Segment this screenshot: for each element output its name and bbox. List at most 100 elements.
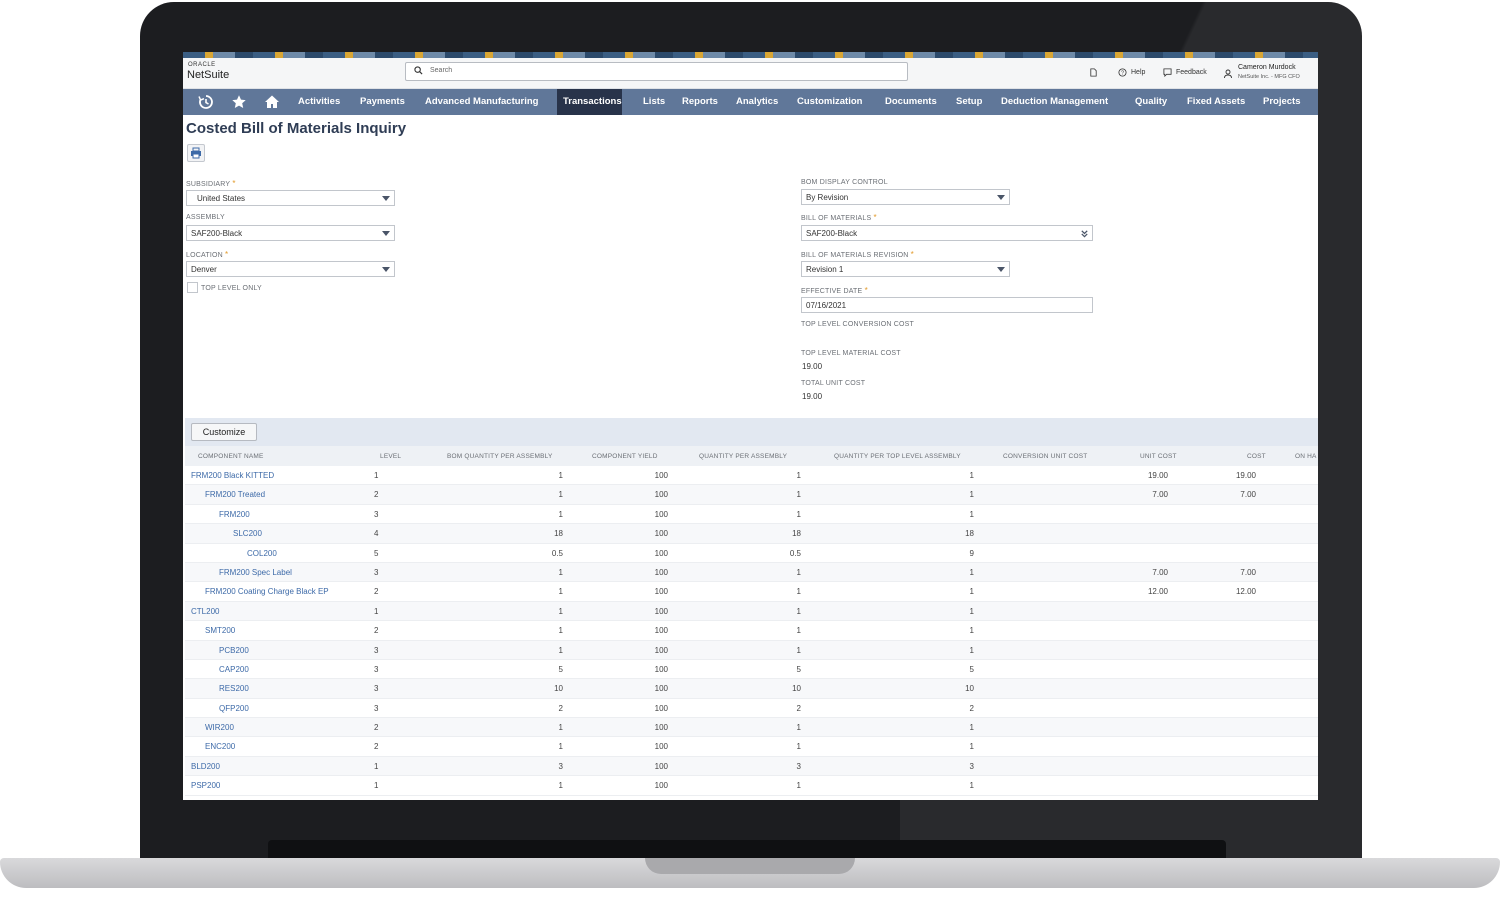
cell-unit-cost: 19.00 (1147, 471, 1168, 480)
netsuite-logo[interactable]: NetSuite (187, 69, 229, 81)
home-icon[interactable] (264, 94, 280, 110)
component-name-link[interactable]: QFP200 (219, 704, 249, 713)
search-input[interactable]: Search (430, 67, 452, 74)
component-name-link[interactable]: PSP200 (191, 781, 220, 790)
column-header[interactable]: COMPONENT YIELD (592, 453, 658, 460)
column-header[interactable]: ON HA (1295, 453, 1317, 460)
table-row: FRM200 Black KITTED 1 1 100 1 1 19.00 19.00 (185, 466, 1318, 486)
column-header[interactable]: QUANTITY PER ASSEMBLY (699, 453, 787, 460)
nav-advanced-manufacturing[interactable]: Advanced Manufacturing (419, 89, 545, 115)
component-name-link[interactable]: FRM200 Spec Label (219, 568, 292, 577)
component-name-link[interactable]: BLD200 (191, 762, 220, 771)
star-icon[interactable] (231, 94, 247, 110)
feedback-icon (1163, 68, 1172, 77)
assembly-select[interactable]: SAF200-Black (186, 225, 395, 241)
cell-bom-qty: 1 (558, 509, 563, 519)
component-name-link[interactable]: COL200 (247, 549, 277, 558)
table-toolbar (185, 418, 1318, 446)
component-name-link[interactable]: FRM200 Black KITTED (191, 471, 274, 480)
feedback-button[interactable]: Feedback (1163, 68, 1207, 77)
bill-of-materials-select[interactable]: SAF200-Black (801, 225, 1093, 241)
cell-yield: 100 (654, 471, 668, 480)
table-row: FRM200 3 1 100 1 1 (185, 505, 1318, 525)
column-header[interactable]: BOM QUANTITY PER ASSEMBLY (447, 453, 553, 460)
cell-yield: 100 (654, 684, 668, 694)
location-label: LOCATION * (186, 250, 229, 259)
cell-cost: 7.00 (1240, 567, 1256, 577)
nav-setup[interactable]: Setup (950, 89, 988, 115)
table-row: SMT200 2 1 100 1 1 (185, 621, 1318, 641)
table-row: PSP200 1 1 100 1 1 (185, 776, 1318, 796)
cell-level: 3 (374, 684, 379, 694)
column-header[interactable]: CONVERSION UNIT COST (1003, 453, 1087, 460)
user-name[interactable]: Cameron Murdock (1238, 64, 1296, 71)
component-name-link[interactable]: SMT200 (205, 626, 235, 635)
cell-bom-qty: 1 (558, 606, 563, 616)
effective-date-value: 07/16/2021 (806, 301, 847, 310)
nav-transactions[interactable]: Transactions (557, 89, 622, 115)
user-icon[interactable] (1224, 69, 1234, 79)
cell-qty: 5 (796, 664, 801, 674)
top-level-material-cost-value: 19.00 (802, 362, 823, 371)
column-header[interactable]: COST (1247, 453, 1266, 460)
column-header[interactable]: UNIT COST (1140, 453, 1177, 460)
column-header[interactable]: LEVEL (380, 453, 401, 460)
cell-bom-qty: 18 (554, 529, 563, 539)
cell-qty: 1 (796, 471, 801, 480)
global-search-box[interactable]: Search (405, 62, 908, 81)
assembly-value: SAF200-Black (191, 229, 243, 238)
cell-qty-top: 1 (969, 471, 974, 480)
cell-qty-top: 18 (965, 529, 974, 539)
subsidiary-select[interactable]: United States (186, 190, 395, 206)
component-name-link[interactable]: WIR200 (205, 723, 234, 732)
nav-activities[interactable]: Activities (292, 89, 346, 115)
print-button[interactable] (187, 144, 205, 162)
cell-qty: 18 (792, 529, 801, 539)
component-name-link[interactable]: RES200 (219, 684, 249, 693)
component-name-link[interactable]: SLC200 (233, 529, 262, 538)
nav-payments[interactable]: Payments (354, 89, 411, 115)
nav-analytics[interactable]: Analytics (730, 89, 784, 115)
nav-reports[interactable]: Reports (676, 89, 724, 115)
table-row: FRM200 Coating Charge Black EP 2 1 100 1 1 12.… (185, 582, 1318, 602)
nav-quality[interactable]: Quality (1129, 89, 1173, 115)
location-select[interactable]: Denver (186, 261, 395, 277)
component-name-link[interactable]: ENC200 (205, 742, 235, 751)
bom-display-control-select[interactable]: By Revision (801, 189, 1010, 205)
cell-qty-top: 1 (969, 645, 974, 655)
cell-level: 1 (374, 781, 379, 791)
column-header[interactable]: COMPONENT NAME (198, 453, 264, 460)
nav-lists[interactable]: Lists (637, 89, 671, 115)
recent-icon[interactable] (198, 94, 214, 110)
cell-yield: 100 (654, 548, 668, 558)
bom-revision-label: BILL OF MATERIALS REVISION * (801, 250, 914, 259)
cell-yield: 100 (654, 587, 668, 597)
subsidiary-label: SUBSIDIARY * (186, 179, 236, 188)
effective-date-field[interactable]: 07/16/2021 (801, 297, 1093, 313)
help-button[interactable]: ? Help (1118, 68, 1145, 77)
nav-customization[interactable]: Customization (791, 89, 868, 115)
cell-level: 1 (374, 471, 379, 480)
cell-level: 2 (374, 490, 379, 500)
recent-records-button[interactable] (1089, 68, 1098, 77)
component-name-link[interactable]: FRM200 Treated (205, 490, 265, 499)
component-name-link[interactable]: PCB200 (219, 646, 249, 655)
cell-qty: 1 (796, 781, 801, 791)
nav-projects[interactable]: Projects (1257, 89, 1307, 115)
nav-fixed-assets[interactable]: Fixed Assets (1181, 89, 1251, 115)
nav-deduction-management[interactable]: Deduction Management (995, 89, 1114, 115)
component-name-link[interactable]: FRM200 Coating Charge Black EP (205, 587, 329, 596)
column-header[interactable]: QUANTITY PER TOP LEVEL ASSEMBLY (834, 453, 961, 460)
cell-level: 1 (374, 606, 379, 616)
top-level-only-checkbox[interactable] (187, 282, 198, 293)
laptop-bezel (268, 840, 1226, 860)
bom-revision-select[interactable]: Revision 1 (801, 261, 1010, 277)
component-name-link[interactable]: CAP200 (219, 665, 249, 674)
component-name-link[interactable]: FRM200 (219, 510, 250, 519)
component-name-link[interactable]: CTL200 (191, 607, 219, 616)
cell-level: 2 (374, 626, 379, 636)
customize-button[interactable]: Customize (191, 423, 257, 441)
nav-documents[interactable]: Documents (879, 89, 943, 115)
cell-level: 2 (374, 742, 379, 752)
top-level-only-label: TOP LEVEL ONLY (201, 285, 262, 292)
